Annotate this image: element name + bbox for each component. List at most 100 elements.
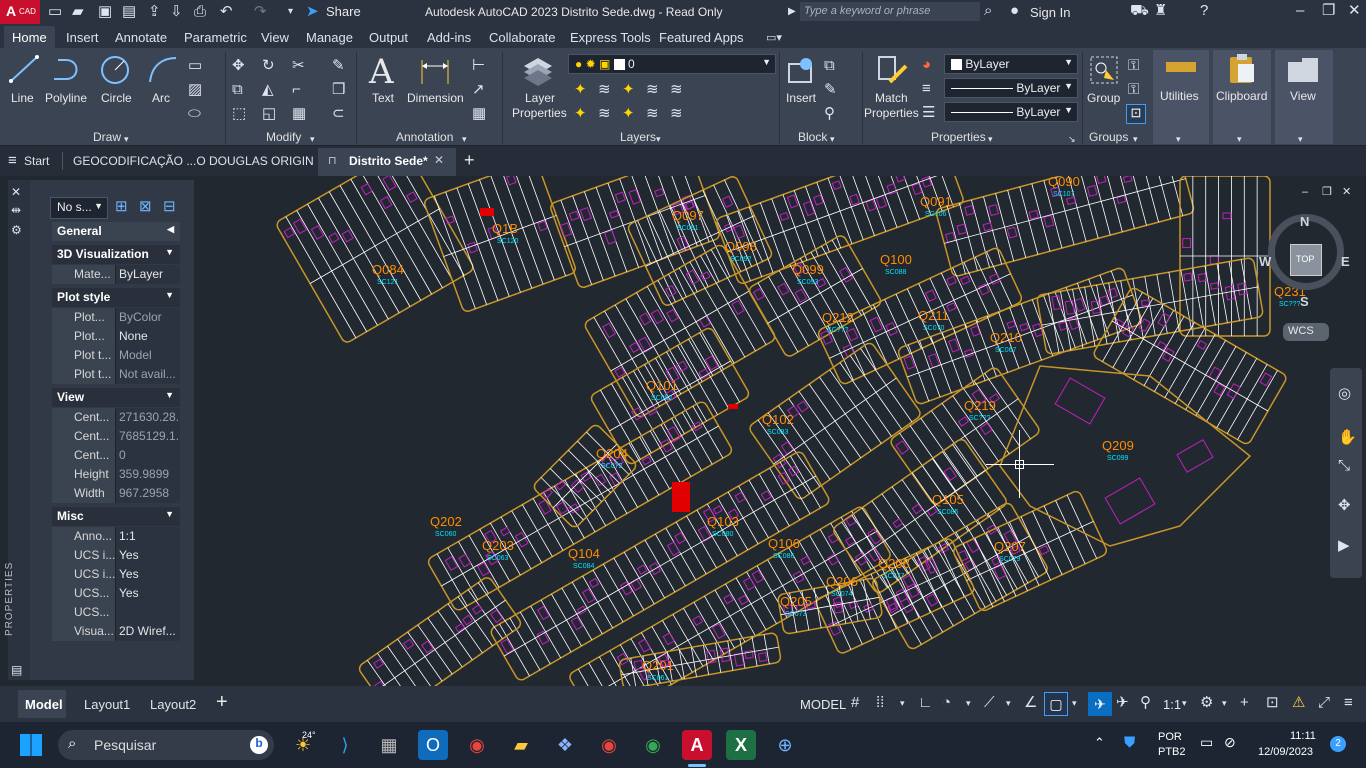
chrome-profile-icon[interactable]: ◉	[594, 730, 624, 760]
property-row[interactable]: Visua... 2D Wiref...	[52, 622, 180, 641]
layer-tool-icon[interactable]: ✦	[574, 82, 587, 98]
user-icon[interactable]: ●	[1010, 3, 1019, 19]
property-value[interactable]: 271630.28...	[115, 408, 180, 427]
color-dropdown[interactable]: ByLayer ▼	[944, 54, 1078, 74]
linetype-dropdown[interactable]: ByLayer ▼	[944, 102, 1078, 122]
compass-east[interactable]: E	[1341, 254, 1350, 269]
viewport-restore-icon[interactable]: ❐	[1322, 184, 1332, 200]
text-button[interactable]: Text	[372, 91, 394, 105]
compass-west[interactable]: W	[1259, 254, 1271, 269]
clipboard-button[interactable]: Clipboard	[1216, 89, 1267, 103]
groups-expand-icon[interactable]: ▾	[1133, 131, 1138, 147]
share-icon[interactable]: ➤	[306, 4, 319, 20]
property-row[interactable]: Plot t... Not avail...	[52, 365, 180, 384]
close-palette-icon[interactable]: ✕	[11, 184, 21, 200]
windows-start-icon[interactable]	[20, 734, 42, 756]
group-button[interactable]: Group	[1087, 91, 1120, 105]
match-properties-label-2[interactable]: Properties	[864, 106, 919, 120]
property-row[interactable]: UCS...	[52, 603, 180, 622]
property-row[interactable]: Plot t... Model	[52, 346, 180, 365]
tab-view[interactable]: View	[261, 30, 289, 45]
tab-addins[interactable]: Add-ins	[427, 30, 471, 45]
property-row[interactable]: Cent... 0	[52, 446, 180, 465]
layer-tool-icon[interactable]: ≋	[670, 82, 683, 98]
ribbon-minimize-icon[interactable]: ▭▾	[766, 30, 782, 46]
match-properties-icon[interactable]	[876, 54, 910, 86]
dimension-button[interactable]: Dimension	[407, 91, 464, 105]
property-section-header[interactable]: Misc ▼	[52, 507, 180, 526]
layer-tool-icon[interactable]: ≋	[598, 106, 611, 122]
edit-block-icon[interactable]: ✎	[824, 82, 837, 98]
property-value[interactable]: ByLayer	[115, 265, 180, 284]
showmotion-icon[interactable]: ▶	[1338, 538, 1350, 554]
stretch-icon[interactable]: ⬚	[232, 106, 246, 122]
property-value[interactable]: 359.9899	[115, 465, 180, 484]
workspace-dropdown-icon[interactable]: ▾	[1222, 695, 1227, 711]
layer-properties-label-1[interactable]: Layer	[525, 91, 555, 105]
insert-button[interactable]: Insert	[786, 91, 816, 105]
open-file-icon[interactable]: ▰	[72, 4, 84, 20]
line-icon[interactable]	[8, 54, 40, 84]
undo-icon[interactable]: ↶	[220, 4, 233, 20]
model-tab[interactable]: Model	[18, 690, 66, 718]
layers-panel-title[interactable]: Layers	[620, 130, 656, 144]
quick-select-icon[interactable]: ⊟	[163, 199, 176, 215]
chrome-icon[interactable]: ◉	[462, 730, 492, 760]
draw-expand-icon[interactable]: ▾	[124, 131, 129, 147]
property-value[interactable]: Yes	[115, 584, 180, 603]
property-row[interactable]: Plot... None	[52, 327, 180, 346]
mirror-icon[interactable]: ◭	[262, 82, 274, 98]
isodraft-icon[interactable]: ⟋	[984, 695, 995, 711]
toggle-pickadd-icon[interactable]: ⊞	[115, 199, 128, 215]
view-button[interactable]: View	[1290, 89, 1316, 103]
table-icon[interactable]: ▦	[472, 106, 486, 122]
chrome-profile-icon[interactable]: ◉	[638, 730, 668, 760]
property-section-header[interactable]: Plot style ▼	[52, 288, 180, 307]
properties-palette-icon[interactable]: ▤	[11, 662, 22, 678]
property-row[interactable]: Mate... ByLayer	[52, 265, 180, 284]
workspace-icon[interactable]: ⚙	[1200, 695, 1213, 711]
compass-north[interactable]: N	[1300, 214, 1309, 229]
tab-express-tools[interactable]: Express Tools	[570, 30, 651, 45]
selection-dropdown[interactable]: No s... ▼	[50, 197, 108, 219]
property-value[interactable]: None	[115, 327, 180, 346]
insert-block-icon[interactable]	[786, 56, 816, 86]
snap-icon[interactable]: ⁞⁞	[876, 695, 884, 711]
property-value[interactable]: 7685129.1...	[115, 427, 180, 446]
properties-launcher-icon[interactable]: ↘	[1068, 131, 1076, 147]
property-row[interactable]: Plot... ByColor	[52, 308, 180, 327]
tab-manage[interactable]: Manage	[306, 30, 353, 45]
copy-icon[interactable]: ⧉	[232, 82, 243, 98]
wcs-menu[interactable]: WCS	[1283, 323, 1329, 341]
clock-date[interactable]: 12/09/2023	[1258, 746, 1313, 758]
layers-expand-icon[interactable]: ▾	[656, 131, 661, 147]
close-tab-icon[interactable]: ✕	[434, 153, 444, 167]
object-snap-dropdown-icon[interactable]: ▾	[1072, 695, 1077, 711]
object-snap-icon[interactable]: ▢	[1044, 692, 1068, 716]
upload-icon[interactable]: ⇪	[148, 4, 161, 20]
match-properties-label-1[interactable]: Match	[875, 91, 908, 105]
close-icon[interactable]: ✕	[1348, 3, 1361, 19]
property-value[interactable]: Yes	[115, 546, 180, 565]
linetype-icon[interactable]: ☰	[922, 105, 935, 121]
property-value[interactable]: 967.2958	[115, 484, 180, 503]
property-value[interactable]: 0	[115, 446, 180, 465]
drawing-canvas[interactable]: Q097 SC091 Q091 SC106 Q090 SC107 Q098 SC092 Q099…	[0, 176, 1366, 686]
restore-icon[interactable]: ❐	[1322, 3, 1335, 19]
ortho-icon[interactable]: ∟	[918, 695, 933, 711]
tab-parametric[interactable]: Parametric	[184, 30, 247, 45]
create-block-icon[interactable]: ⧉	[824, 58, 835, 74]
annotation-scale-button[interactable]: 1:1	[1163, 697, 1181, 712]
autocad-logo[interactable]: A CAD	[0, 0, 40, 24]
clean-screen-icon[interactable]: ⤢	[1318, 695, 1330, 711]
group-edit-icon[interactable]: ⚿	[1128, 82, 1139, 98]
scale-dropdown-icon[interactable]: ▾	[1182, 695, 1187, 711]
annotation-visibility-icon[interactable]: ✈	[1088, 692, 1112, 716]
layout1-tab[interactable]: Layout1	[84, 697, 130, 712]
clock-time[interactable]: 11:11	[1290, 730, 1316, 742]
viewport-minimize-icon[interactable]: –	[1302, 184, 1308, 200]
app-icon[interactable]: ❖	[550, 730, 580, 760]
circle-icon[interactable]	[99, 54, 131, 86]
property-value[interactable]: Yes	[115, 565, 180, 584]
calculator-icon[interactable]: ▦	[374, 730, 404, 760]
